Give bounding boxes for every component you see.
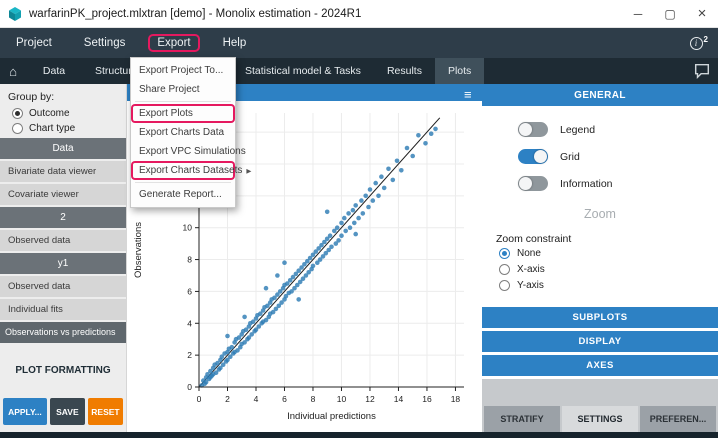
- svg-text:4: 4: [187, 318, 192, 328]
- menu-export[interactable]: Export: [141, 28, 206, 58]
- submenu-arrow-icon: ▶: [246, 167, 251, 175]
- sidebar-item-covariate-viewer[interactable]: Covariate viewer: [0, 184, 126, 205]
- group-option-chart-type[interactable]: Chart type: [0, 121, 126, 136]
- subplots-section-button[interactable]: SUBPLOTS: [482, 307, 718, 328]
- information-toggle[interactable]: [518, 176, 548, 191]
- menu-item-export-vpc-simulations[interactable]: Export VPC Simulations: [131, 142, 235, 161]
- menubar: Project Settings Export Help i 2: [0, 28, 718, 58]
- home-icon[interactable]: ⌂: [0, 58, 26, 84]
- info-icon[interactable]: i: [690, 37, 703, 50]
- chart-type-radio[interactable]: [12, 123, 23, 134]
- zoom-option-none[interactable]: None: [482, 245, 718, 261]
- svg-text:Individual predictions: Individual predictions: [287, 411, 376, 422]
- menu-item-share-project[interactable]: Share Project: [131, 80, 235, 99]
- y-axis-radio[interactable]: [499, 280, 510, 291]
- close-button[interactable]: ×: [686, 0, 718, 27]
- tab-results[interactable]: Results: [374, 58, 435, 84]
- stratify-tab[interactable]: STRATIFY: [484, 406, 560, 432]
- svg-text:2: 2: [225, 394, 230, 404]
- sidebar-header-y1: y1: [0, 253, 126, 274]
- menu-item-export-charts-datasets[interactable]: Export Charts Datasets ▶: [131, 161, 235, 180]
- grid-toggle-row: Grid: [482, 143, 718, 170]
- menu-item-export-charts-data[interactable]: Export Charts Data: [131, 123, 235, 142]
- group-by-label: Group by:: [0, 84, 126, 106]
- svg-text:0: 0: [187, 382, 192, 392]
- svg-text:2: 2: [187, 350, 192, 360]
- window-title: warfarinPK_project.mlxtran [demo] - Mono…: [29, 8, 622, 20]
- menu-help[interactable]: Help: [207, 28, 263, 58]
- svg-text:Observations: Observations: [133, 222, 144, 278]
- export-dropdown-menu: Export Project To... Share Project Expor…: [130, 57, 236, 208]
- app-window: warfarinPK_project.mlxtran [demo] - Mono…: [0, 0, 718, 438]
- x-axis-radio[interactable]: [499, 264, 510, 275]
- reset-button[interactable]: RESET: [88, 398, 123, 425]
- settings-panel: GENERAL Legend Grid Information Zoom Zoo…: [482, 84, 718, 432]
- minimize-button[interactable]: ─: [622, 0, 654, 27]
- group-option-outcome[interactable]: Outcome: [0, 106, 126, 121]
- plots-sidebar: Group by: Outcome Chart type Data Bivari…: [0, 84, 127, 432]
- monolix-cube-icon: [7, 6, 23, 22]
- svg-text:12: 12: [365, 394, 375, 404]
- preferences-tab[interactable]: PREFEREN...: [640, 406, 716, 432]
- sidebar-header-data: Data: [0, 138, 126, 159]
- sidebar-item-bivariate-viewer[interactable]: Bivariate data viewer: [0, 161, 126, 182]
- menu-item-generate-report[interactable]: Generate Report...: [131, 185, 235, 204]
- hamburger-icon[interactable]: ≡: [464, 87, 472, 102]
- info-badge: 2: [704, 35, 708, 44]
- window-bottom-strip: [0, 432, 718, 438]
- legend-toggle-row: Legend: [482, 116, 718, 143]
- svg-text:14: 14: [394, 394, 404, 404]
- outcome-radio[interactable]: [12, 108, 23, 119]
- sidebar-item-observed-data-2[interactable]: Observed data: [0, 276, 126, 297]
- apply-button[interactable]: APPLY...: [3, 398, 47, 425]
- svg-text:6: 6: [282, 394, 287, 404]
- sidebar-item-individual-fits[interactable]: Individual fits: [0, 299, 126, 320]
- legend-toggle[interactable]: [518, 122, 548, 137]
- menu-item-export-project-to[interactable]: Export Project To...: [131, 61, 235, 80]
- menu-item-export-plots[interactable]: Export Plots: [131, 104, 235, 123]
- menu-separator: [135, 101, 231, 102]
- tab-statistical-model[interactable]: Statistical model & Tasks: [232, 58, 374, 84]
- svg-text:10: 10: [183, 223, 193, 233]
- sidebar-header-2: 2: [0, 207, 126, 228]
- perspective-tabbar: ⌂ Data Structural model Statistical mode…: [0, 58, 718, 84]
- zoom-option-x-axis[interactable]: X-axis: [482, 261, 718, 277]
- none-radio[interactable]: [499, 248, 510, 259]
- menu-project[interactable]: Project: [0, 28, 68, 58]
- sidebar-item-observed-data-1[interactable]: Observed data: [0, 230, 126, 251]
- settings-tab[interactable]: SETTINGS: [562, 406, 638, 432]
- menu-separator: [135, 182, 231, 183]
- comment-icon[interactable]: [693, 62, 711, 80]
- zoom-option-y-axis[interactable]: Y-axis: [482, 277, 718, 293]
- general-section-header[interactable]: GENERAL: [482, 84, 718, 106]
- svg-text:0: 0: [197, 394, 202, 404]
- display-section-button[interactable]: DISPLAY: [482, 331, 718, 352]
- svg-text:4: 4: [254, 394, 259, 404]
- svg-text:16: 16: [422, 394, 432, 404]
- svg-text:8: 8: [311, 394, 316, 404]
- tab-plots[interactable]: Plots: [435, 58, 484, 84]
- svg-text:18: 18: [451, 394, 461, 404]
- zoom-constraint-label: Zoom constraint: [482, 233, 718, 245]
- save-button[interactable]: SAVE: [50, 398, 85, 425]
- tab-data[interactable]: Data: [26, 58, 82, 84]
- information-toggle-row: Information: [482, 170, 718, 197]
- sidebar-item-obs-vs-pred[interactable]: Observations vs predictions: [0, 322, 126, 343]
- svg-text:10: 10: [337, 394, 347, 404]
- zoom-label: Zoom: [482, 207, 718, 221]
- plot-formatting-label: PLOT FORMATTING: [0, 365, 126, 376]
- axes-section-button[interactable]: AXES: [482, 355, 718, 376]
- menu-settings[interactable]: Settings: [68, 28, 142, 58]
- svg-text:8: 8: [187, 255, 192, 265]
- maximize-button[interactable]: ▢: [654, 0, 686, 27]
- titlebar: warfarinPK_project.mlxtran [demo] - Mono…: [0, 0, 718, 28]
- svg-text:6: 6: [187, 286, 192, 296]
- grid-toggle[interactable]: [518, 149, 548, 164]
